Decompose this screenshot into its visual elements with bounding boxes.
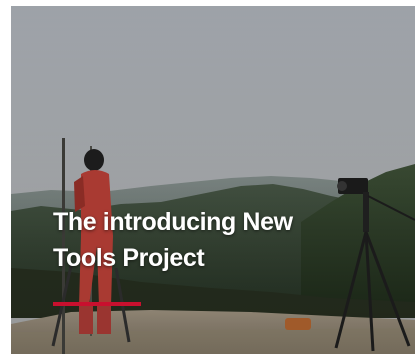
- card-title-line-1: The introducing New: [53, 208, 293, 236]
- card-title-line-2: Tools Project: [53, 244, 205, 272]
- article-card[interactable]: The introducing New Tools Project: [11, 6, 415, 354]
- title-accent-bar: [53, 302, 141, 306]
- card-title[interactable]: The introducing New Tools Project: [53, 204, 353, 276]
